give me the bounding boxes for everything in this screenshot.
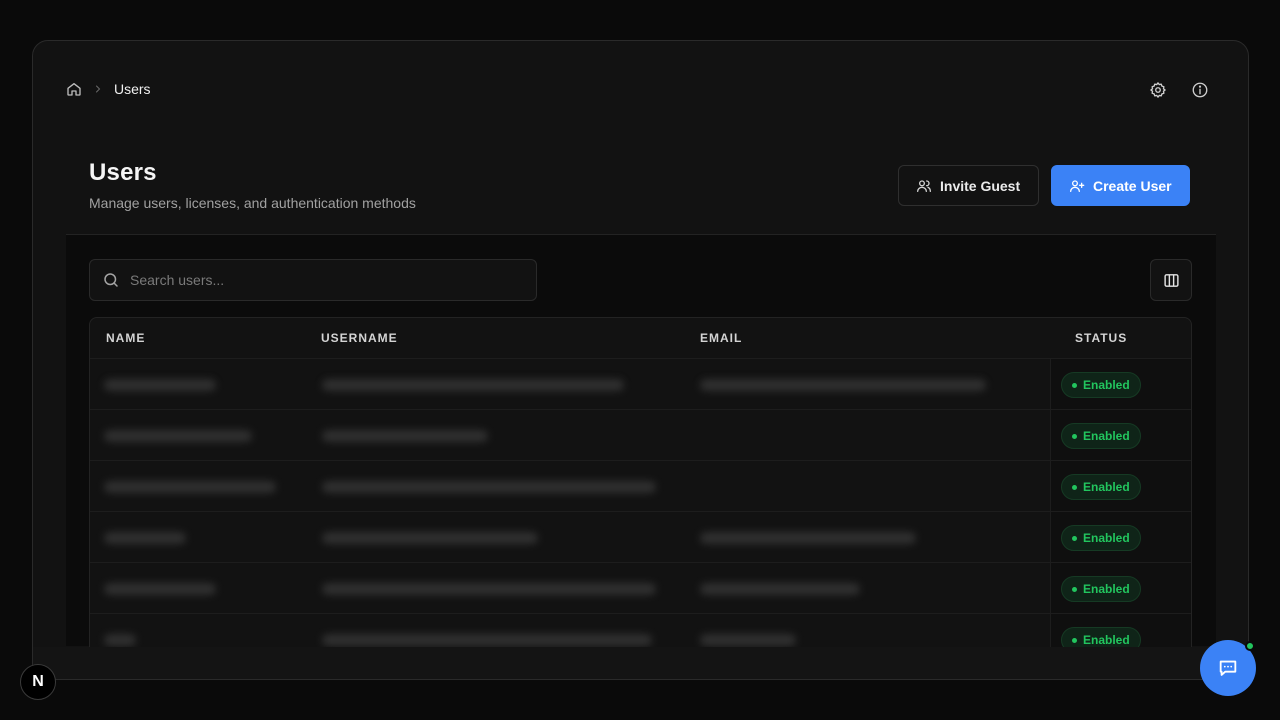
- status-cell: Enabled: [1050, 359, 1191, 410]
- nextjs-dev-badge[interactable]: N: [20, 664, 56, 700]
- status-dot: [1072, 535, 1077, 541]
- column-header-email[interactable]: EMAIL: [700, 331, 742, 345]
- header-actions: Invite Guest Create User: [898, 165, 1190, 206]
- create-user-label: Create User: [1093, 177, 1172, 194]
- status-label: Enabled: [1083, 429, 1130, 443]
- status-label: Enabled: [1083, 480, 1130, 494]
- app-window: Users Users Manage users, licenses, and …: [32, 40, 1249, 680]
- status-label: Enabled: [1083, 378, 1130, 392]
- status-cell: Enabled: [1050, 410, 1191, 461]
- status-label: Enabled: [1083, 582, 1130, 596]
- home-icon[interactable]: [66, 81, 82, 97]
- status-dot: [1072, 586, 1077, 592]
- status-badge: Enabled: [1061, 474, 1141, 500]
- status-badge: Enabled: [1061, 525, 1141, 551]
- create-user-button[interactable]: Create User: [1051, 165, 1190, 206]
- username-cell-redacted: [322, 583, 656, 595]
- username-cell-redacted: [322, 379, 624, 391]
- email-cell-redacted: [700, 532, 916, 544]
- gear-icon[interactable]: [1148, 80, 1168, 100]
- invite-guest-label: Invite Guest: [940, 177, 1021, 194]
- email-cell-redacted: [700, 634, 796, 646]
- table-row[interactable]: Enabled: [90, 511, 1191, 563]
- status-badge: Enabled: [1061, 423, 1141, 449]
- status-dot: [1072, 433, 1077, 439]
- search-box: [89, 259, 537, 301]
- table-row[interactable]: Enabled: [90, 460, 1191, 512]
- status-badge: Enabled: [1061, 372, 1141, 398]
- table-header: NAME USERNAME EMAIL STATUS: [90, 318, 1191, 358]
- columns-icon: [1163, 272, 1180, 289]
- column-header-status[interactable]: STATUS: [1075, 331, 1127, 345]
- name-cell-redacted: [104, 532, 186, 544]
- columns-toggle-button[interactable]: [1150, 259, 1192, 301]
- users-table: NAME USERNAME EMAIL STATUS Enabled Enabl…: [89, 317, 1192, 657]
- email-cell-redacted: [700, 379, 986, 391]
- page-title: Users: [89, 159, 157, 186]
- invite-guest-button[interactable]: Invite Guest: [898, 165, 1039, 206]
- status-cell: Enabled: [1050, 563, 1191, 614]
- breadcrumb-current: Users: [114, 81, 151, 97]
- chat-icon: [1217, 657, 1239, 679]
- info-icon[interactable]: [1190, 80, 1210, 100]
- name-cell-redacted: [104, 583, 216, 595]
- search-input[interactable]: [130, 272, 510, 288]
- breadcrumb: Users: [66, 81, 151, 97]
- users-icon: [916, 178, 932, 194]
- chevron-right-icon: [92, 83, 104, 95]
- table-row[interactable]: Enabled: [90, 358, 1191, 410]
- status-dot: [1072, 484, 1077, 490]
- search-icon: [102, 271, 120, 289]
- username-cell-redacted: [322, 430, 488, 442]
- status-cell: Enabled: [1050, 461, 1191, 512]
- table-row[interactable]: Enabled: [90, 409, 1191, 461]
- username-cell-redacted: [322, 532, 538, 544]
- status-cell: Enabled: [1050, 512, 1191, 563]
- page-subtitle: Manage users, licenses, and authenticati…: [89, 195, 416, 211]
- status-badge: Enabled: [1061, 576, 1141, 602]
- online-status-dot: [1245, 641, 1255, 651]
- table-row[interactable]: Enabled: [90, 562, 1191, 614]
- page-header: Users Manage users, licenses, and authen…: [89, 159, 416, 211]
- name-cell-redacted: [104, 634, 136, 646]
- username-cell-redacted: [322, 634, 652, 646]
- email-cell-redacted: [700, 583, 860, 595]
- status-label: Enabled: [1083, 531, 1130, 545]
- status-dot: [1072, 637, 1077, 643]
- user-plus-icon: [1069, 178, 1085, 194]
- name-cell-redacted: [104, 430, 252, 442]
- column-header-username[interactable]: USERNAME: [321, 331, 398, 345]
- users-panel: NAME USERNAME EMAIL STATUS Enabled Enabl…: [66, 234, 1216, 657]
- column-header-name[interactable]: NAME: [106, 331, 145, 345]
- name-cell-redacted: [104, 379, 216, 391]
- top-bar: Users: [33, 41, 1248, 139]
- framework-badge-letter: N: [32, 673, 44, 690]
- status-dot: [1072, 382, 1077, 388]
- window-footer: [33, 647, 1248, 679]
- name-cell-redacted: [104, 481, 276, 493]
- username-cell-redacted: [322, 481, 656, 493]
- top-actions: [1148, 80, 1210, 100]
- status-label: Enabled: [1083, 633, 1130, 647]
